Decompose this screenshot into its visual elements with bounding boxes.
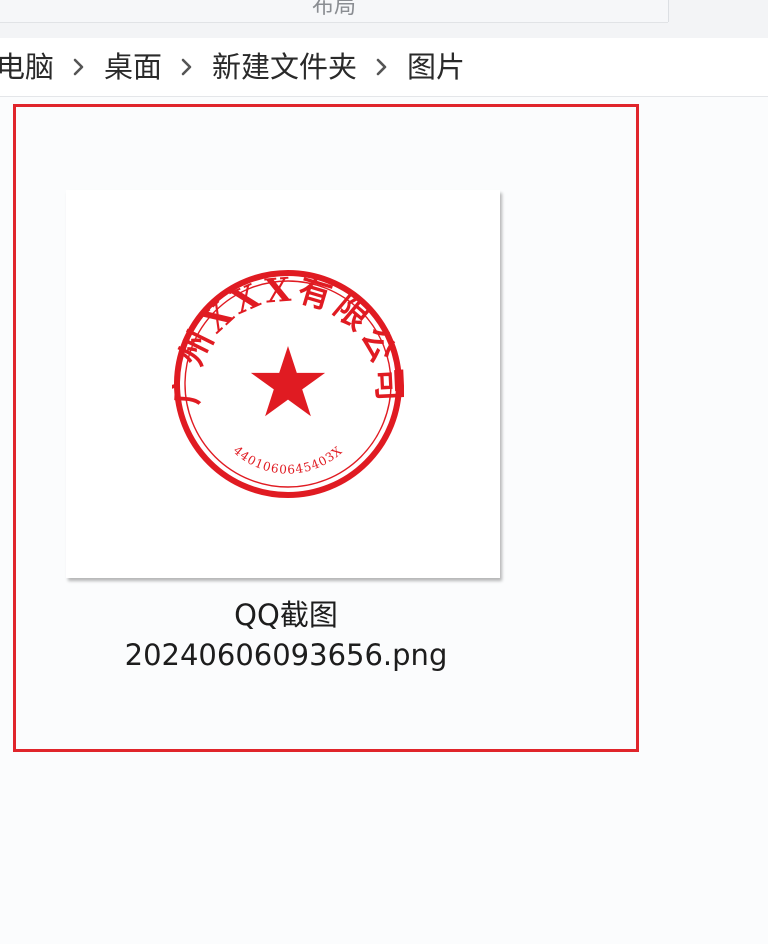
chevron-right-icon[interactable] (162, 38, 212, 96)
svg-text:4401060645403X: 4401060645403X (231, 443, 346, 477)
file-name-line-1[interactable]: QQ截图 (16, 595, 556, 635)
breadcrumb-pictures[interactable]: 图片 (407, 38, 465, 96)
file-list-area[interactable]: 广州XXX有限公司 4401060645403X QQ截图 2024060609… (0, 97, 768, 944)
ribbon-divider (668, 0, 669, 22)
file-name-line-2[interactable]: 20240606093656.png (16, 635, 556, 675)
breadcrumb-desktop[interactable]: 桌面 (104, 38, 162, 96)
file-thumbnail[interactable]: 广州XXX有限公司 4401060645403X (66, 190, 500, 578)
chevron-right-icon[interactable] (357, 38, 407, 96)
breadcrumb-new-folder[interactable]: 新建文件夹 (212, 38, 357, 96)
ribbon-tab-label[interactable]: 布局 (312, 0, 356, 20)
file-name-label[interactable]: QQ截图 20240606093656.png (16, 595, 556, 675)
address-bar[interactable]: 电脑 桌面 新建文件夹 图片 (0, 38, 768, 97)
selection-highlight: 广州XXX有限公司 4401060645403X QQ截图 2024060609… (13, 104, 639, 752)
file-item-stamp-image[interactable]: 广州XXX有限公司 4401060645403X QQ截图 2024060609… (16, 107, 636, 749)
company-seal-image: 广州XXX有限公司 4401060645403X (172, 269, 404, 498)
window-top-strip: 布局 (0, 0, 768, 39)
chevron-right-icon[interactable] (54, 38, 104, 96)
ribbon-tab-area[interactable]: 布局 (0, 0, 668, 23)
breadcrumb-computer[interactable]: 电脑 (0, 38, 54, 96)
